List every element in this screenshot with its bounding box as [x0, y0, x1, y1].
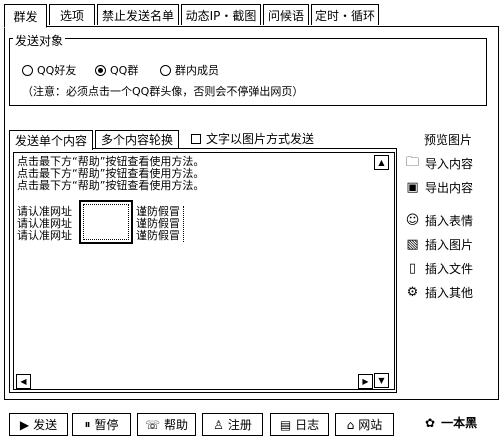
image-mode-checkbox[interactable]: 文字以图片方式发送 — [191, 130, 314, 147]
file-icon: ▯ — [408, 261, 417, 276]
website-icon: ⌂ — [346, 417, 355, 432]
tab-multi-content[interactable]: 多个内容轮换 — [95, 130, 179, 148]
insert-emoji-button[interactable]: ☺ 插入表情 — [405, 212, 473, 229]
radio-label: 群内成员 — [175, 64, 219, 77]
editor-scrollbar[interactable]: ▲ ▼ — [374, 153, 391, 389]
text-cursor-marker — [183, 206, 184, 242]
preview-image-button[interactable]: 预览图片 — [424, 131, 472, 148]
insert-other-button[interactable]: ⚙ 插入其他 — [405, 284, 473, 301]
radio-circle[interactable] — [160, 64, 171, 76]
checkbox-box[interactable] — [191, 133, 201, 144]
log-icon: ▤ — [279, 417, 292, 432]
website-label: 网站 — [358, 418, 383, 432]
import-label: 导入内容 — [425, 157, 474, 171]
tab-schedule[interactable]: 定时・循环 — [311, 4, 379, 25]
editor-left-text: 请认准网址 — [17, 229, 72, 242]
radio-label: QQ好友 — [37, 64, 77, 77]
editor-right-text: 谨防假冒 — [136, 217, 180, 230]
save-icon: ▣ — [406, 180, 419, 195]
scroll-left-button[interactable]: ◀ — [16, 374, 31, 389]
editor-left-text: 请认准网址 — [17, 205, 72, 218]
radio-label: QQ群 — [110, 64, 139, 77]
image-label: 插入图片 — [425, 238, 474, 252]
other-label: 插入其他 — [425, 286, 474, 300]
brand-icon: ✿ — [425, 415, 436, 430]
log-label: 日志 — [295, 418, 320, 432]
log-button[interactable]: ▤ 日志 — [270, 413, 329, 436]
editor-right-text: 谨防假冒 — [136, 205, 180, 218]
scroll-right-button[interactable]: ▶ — [358, 374, 373, 389]
file-label: 插入文件 — [425, 262, 474, 276]
brand-watermark: ✿ 一本黑 — [425, 414, 477, 431]
inserted-image[interactable] — [79, 200, 133, 244]
register-label: 注册 — [227, 418, 252, 432]
send-button[interactable]: ▶ 发送 — [9, 413, 68, 436]
send-icon: ▶ — [19, 417, 30, 432]
editor-line: 点击最下方“帮助”按钮查看使用方法。 — [17, 179, 205, 192]
emoji-icon: ☺ — [405, 213, 420, 228]
send-target-title: 发送对象 — [13, 32, 66, 49]
radio-qq-friend[interactable]: QQ好友 — [22, 62, 76, 78]
editor-line: 点击最下方“帮助”按钮查看使用方法。 — [17, 155, 205, 168]
tab-block-list[interactable]: 禁止发送名单 — [97, 4, 179, 25]
emoji-label: 插入表情 — [425, 214, 474, 228]
radio-circle[interactable] — [95, 64, 106, 76]
editor-line: 点击最下方“帮助”按钮查看使用方法。 — [17, 167, 205, 180]
image-icon: ▧ — [406, 237, 419, 252]
insert-image-button[interactable]: ▧ 插入图片 — [405, 236, 473, 253]
editor-left-text: 请认准网址 — [17, 217, 72, 230]
pause-icon: ⏸ — [84, 417, 91, 431]
scroll-down-button[interactable]: ▼ — [374, 373, 389, 388]
tab-single-content[interactable]: 发送单个内容 — [9, 130, 93, 150]
tab-dynamic-ip[interactable]: 动态IP・截图 — [181, 4, 261, 25]
register-button[interactable]: ♙ 注册 — [202, 413, 263, 436]
help-label: 帮助 — [164, 418, 189, 432]
pause-label: 暂停 — [94, 418, 119, 432]
scroll-up-button[interactable]: ▲ — [374, 155, 389, 170]
other-icon: ⚙ — [406, 285, 419, 300]
tab-options[interactable]: 选项 — [49, 4, 95, 25]
website-button[interactable]: ⌂ 网站 — [335, 413, 394, 436]
help-button[interactable]: ☏ 帮助 — [137, 413, 196, 436]
send-label: 发送 — [33, 418, 58, 432]
radio-qq-group[interactable]: QQ群 — [95, 62, 138, 78]
pause-button[interactable]: ⏸ 暂停 — [72, 413, 131, 436]
radio-circle[interactable] — [22, 64, 33, 76]
insert-file-button[interactable]: ▯ 插入文件 — [405, 260, 473, 277]
import-content-button[interactable]: 🗀 导入内容 — [405, 155, 473, 172]
tab-mass-send[interactable]: 群发 — [4, 4, 47, 28]
register-icon: ♙ — [213, 417, 224, 432]
send-target-note: （注意：必须点击一个QQ群头像，否则会不停弹出网页） — [22, 85, 304, 98]
brand-label: 一本黑 — [441, 416, 478, 430]
export-content-button[interactable]: ▣ 导出内容 — [405, 179, 473, 196]
editor-right-text: 谨防假冒 — [136, 229, 180, 242]
tab-greeting[interactable]: 问候语 — [263, 4, 309, 25]
folder-icon: 🗀 — [405, 154, 419, 170]
help-icon: ☏ — [144, 417, 160, 432]
radio-group-members[interactable]: 群内成员 — [160, 62, 219, 78]
export-label: 导出内容 — [425, 181, 474, 195]
checkbox-label: 文字以图片方式发送 — [206, 132, 315, 146]
